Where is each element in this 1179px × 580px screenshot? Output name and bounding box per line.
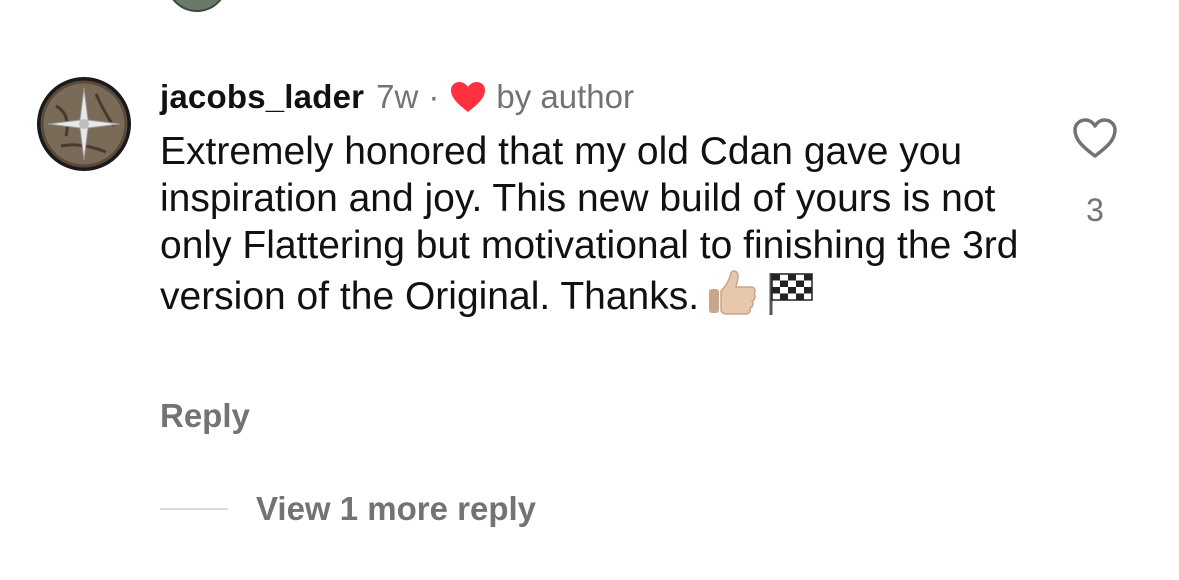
comment-text: Extremely honored that my old Cdan gave … bbox=[160, 130, 1019, 318]
comment: jacobs_lader 7w · by author Extremely ho… bbox=[160, 76, 1040, 328]
username[interactable]: jacobs_lader bbox=[160, 76, 364, 118]
heart-filled-icon bbox=[449, 80, 487, 114]
like-count: 3 bbox=[1086, 192, 1104, 228]
thumbs-up-emoji bbox=[707, 269, 757, 328]
divider bbox=[160, 508, 228, 510]
view-replies-row: View 1 more reply bbox=[160, 486, 536, 532]
separator-dot: · bbox=[428, 78, 440, 115]
comment-meta: jacobs_lader 7w · by author bbox=[160, 76, 1040, 118]
avatar-image bbox=[37, 77, 131, 171]
view-more-replies-button[interactable]: View 1 more reply bbox=[256, 490, 536, 528]
heart-outline-icon[interactable] bbox=[1071, 116, 1119, 160]
author-like-label: by author bbox=[496, 78, 634, 115]
previous-comment-avatar[interactable] bbox=[166, 0, 228, 12]
comment-body: Extremely honored that my old Cdan gave … bbox=[160, 128, 1020, 328]
reply-button[interactable]: Reply bbox=[160, 394, 250, 438]
avatar[interactable] bbox=[36, 76, 132, 172]
checkered-flag-emoji bbox=[765, 269, 817, 328]
timestamp: 7w bbox=[376, 78, 419, 115]
